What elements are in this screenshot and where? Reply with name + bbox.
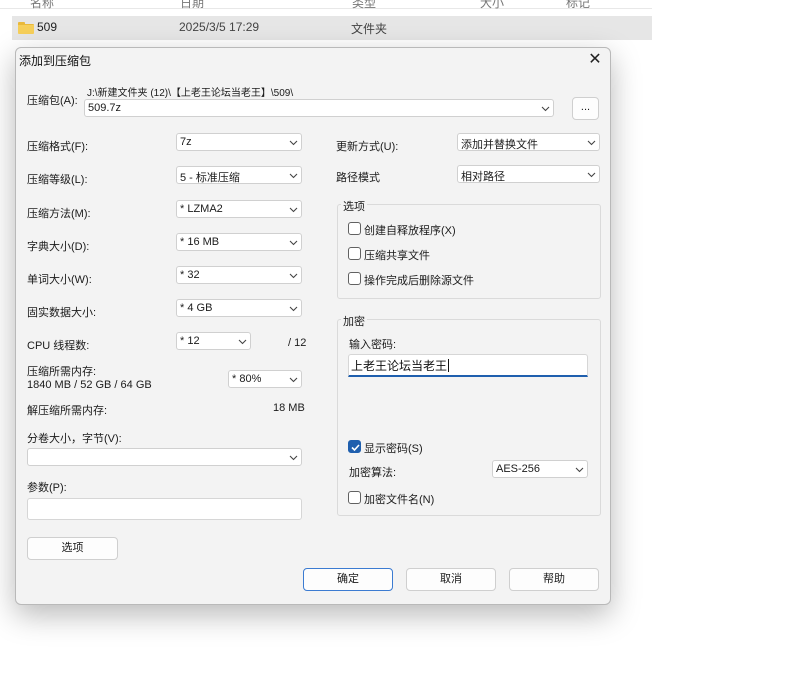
decomp-value: 18 MB [273, 402, 305, 414]
solid-select[interactable]: * 4 GB [176, 299, 302, 317]
cpu-label: CPU 线程数: [27, 340, 90, 352]
chevron-down-icon [541, 104, 550, 113]
chevron-down-icon [289, 271, 298, 280]
add-to-archive-dialog: 添加到压缩包 ✕ 压缩包(A): J:\新建文件夹 (12)\【上老王论坛当老王… [15, 47, 611, 605]
split-label: 分卷大小，字节(V): [27, 433, 122, 445]
solid-label: 固实数据大小: [27, 307, 97, 319]
close-icon[interactable]: ✕ [584, 50, 606, 70]
help-button[interactable]: 帮助 [509, 568, 599, 591]
chevron-down-icon [238, 337, 247, 346]
column-tag[interactable]: 标记 [566, 0, 590, 11]
method-select[interactable]: * LZMA2 [176, 200, 302, 218]
chevron-down-icon [289, 453, 298, 462]
chevron-down-icon [289, 304, 298, 313]
encrypt-names-checkbox[interactable] [348, 491, 361, 504]
browse-button[interactable]: ... [572, 97, 599, 120]
chevron-down-icon [289, 171, 298, 180]
chevron-down-icon [289, 375, 298, 384]
level-select[interactable]: 5 - 标准压缩 [176, 166, 302, 184]
mem-info: 1840 MB / 52 GB / 64 GB [27, 379, 152, 391]
mem-label: 压缩所需内存: [27, 366, 97, 378]
encrypt-names-label: 加密文件名(N) [364, 494, 435, 506]
archive-name-combo[interactable]: 509.7z [84, 99, 554, 117]
mem-select[interactable]: * 80% [228, 370, 302, 388]
path-mode-select[interactable]: 相对路径 [457, 165, 600, 183]
cpu-select[interactable]: * 12 [176, 332, 251, 350]
mem-value: * 80% [232, 373, 262, 385]
show-password-label: 显示密码(S) [364, 443, 423, 455]
sfx-label: 创建自释放程序(X) [364, 225, 456, 237]
level-value: 5 - 标准压缩 [180, 172, 240, 184]
solid-value: * 4 GB [180, 302, 213, 314]
ok-button[interactable]: 确定 [303, 568, 393, 591]
enc-method-select[interactable]: AES-256 [492, 460, 588, 478]
decomp-label: 解压缩所需内存: [27, 405, 108, 417]
dict-value: * 16 MB [180, 236, 220, 248]
dict-select[interactable]: * 16 MB [176, 233, 302, 251]
split-combo[interactable] [27, 448, 302, 466]
word-value: * 32 [180, 269, 200, 281]
explorer-folder-row[interactable]: 509 2025/3/5 17:29 文件夹 [12, 16, 652, 40]
chevron-down-icon [587, 170, 596, 179]
dialog-title: 添加到压缩包 [19, 54, 92, 68]
column-name[interactable]: 名称 [30, 0, 54, 11]
password-input[interactable]: 上老王论坛当老王 [348, 354, 588, 377]
delete-source-label: 操作完成后删除源文件 [364, 275, 474, 287]
enc-method-value: AES-256 [496, 463, 541, 475]
archive-path: J:\新建文件夹 (12)\【上老王论坛当老王】\509\ [87, 88, 294, 99]
update-label: 更新方式(U): [336, 141, 399, 153]
options-group-title: 选项 [341, 198, 367, 214]
column-type[interactable]: 类型 [352, 0, 376, 11]
checkmark-icon [351, 444, 360, 452]
chevron-down-icon [289, 205, 298, 214]
update-select[interactable]: 添加并替换文件 [457, 133, 600, 151]
archive-label: 压缩包(A): [27, 95, 78, 107]
params-input[interactable] [27, 498, 302, 520]
folder-name: 509 [37, 20, 58, 34]
path-mode-label: 路径模式 [336, 172, 380, 184]
cpu-value: * 12 [180, 335, 200, 347]
shared-label: 压缩共享文件 [364, 250, 430, 262]
column-size[interactable]: 大小 [480, 0, 504, 11]
path-mode-value: 相对路径 [461, 171, 505, 183]
format-select[interactable]: 7z [176, 133, 302, 151]
options-button[interactable]: 选项 [27, 537, 118, 560]
chevron-down-icon [289, 138, 298, 147]
method-value: * LZMA2 [180, 203, 223, 215]
cancel-button[interactable]: 取消 [406, 568, 496, 591]
word-select[interactable]: * 32 [176, 266, 302, 284]
password-value: 上老王论坛当老王 [351, 359, 448, 373]
format-value: 7z [180, 136, 192, 148]
chevron-down-icon [587, 138, 596, 147]
chevron-down-icon [289, 238, 298, 247]
chevron-down-icon [575, 465, 584, 474]
enc-method-label: 加密算法: [349, 467, 397, 479]
text-caret [448, 359, 450, 372]
word-label: 单词大小(W): [27, 274, 92, 286]
folder-type: 文件夹 [351, 22, 388, 36]
folder-date: 2025/3/5 17:29 [179, 20, 260, 34]
encryption-group-title: 加密 [341, 313, 367, 329]
cpu-total: / 12 [288, 337, 307, 349]
explorer-column-header: 名称 日期 类型 大小 标记 [0, 0, 652, 11]
password-label: 输入密码: [349, 339, 397, 351]
dict-label: 字典大小(D): [27, 241, 90, 253]
column-date[interactable]: 日期 [180, 0, 204, 11]
show-password-checkbox[interactable] [348, 440, 361, 453]
sfx-checkbox[interactable] [348, 222, 361, 235]
update-value: 添加并替换文件 [461, 139, 538, 151]
folder-icon [18, 22, 34, 34]
format-label: 压缩格式(F): [27, 141, 89, 153]
method-label: 压缩方法(M): [27, 208, 91, 220]
archive-name-value: 509.7z [88, 102, 122, 114]
dialog-titlebar[interactable]: 添加到压缩包 ✕ [16, 48, 610, 72]
level-label: 压缩等级(L): [27, 174, 88, 186]
shared-checkbox[interactable] [348, 247, 361, 260]
delete-source-checkbox[interactable] [348, 272, 361, 285]
params-label: 参数(P): [27, 482, 67, 494]
